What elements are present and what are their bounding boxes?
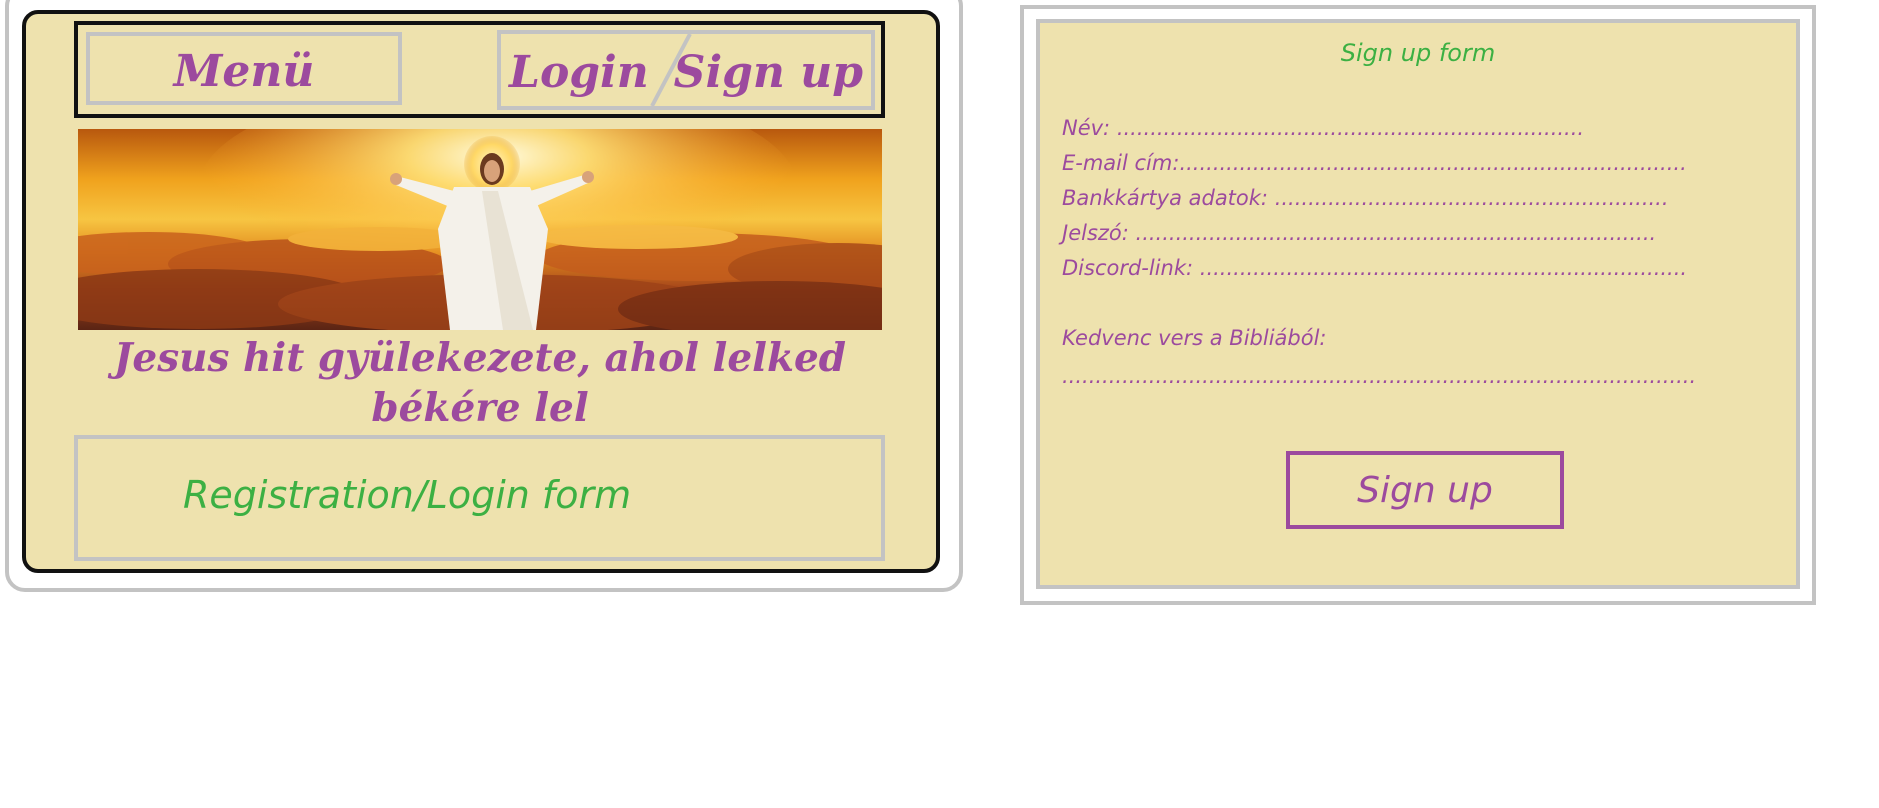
password-field[interactable]: Jelszó: ................................… bbox=[1062, 220, 1656, 246]
discord-link-field-label: Discord-link: bbox=[1062, 256, 1200, 280]
password-field-input-line[interactable]: ........................................… bbox=[1136, 221, 1657, 245]
email-field[interactable]: E-mail cím:.............................… bbox=[1062, 150, 1687, 176]
name-field-input-line[interactable]: ........................................… bbox=[1117, 116, 1584, 140]
hero-image bbox=[78, 129, 882, 330]
favorite-verse-input-line[interactable]: ........................................… bbox=[1062, 363, 1696, 389]
email-field-input-line[interactable]: ........................................… bbox=[1179, 151, 1686, 175]
discord-link-field[interactable]: Discord-link: ..........................… bbox=[1062, 255, 1687, 281]
login-button[interactable]: Login bbox=[509, 51, 649, 95]
name-field-label: Név: bbox=[1062, 116, 1117, 140]
menu-button[interactable]: Menü bbox=[86, 32, 402, 105]
bank-card-field-input-line[interactable]: ........................................… bbox=[1275, 186, 1669, 210]
bank-card-field-label: Bankkártya adatok: bbox=[1062, 186, 1275, 210]
form-placeholder-label: Registration/Login form bbox=[183, 473, 632, 517]
signup-form-panel: Sign up form Név: ......................… bbox=[1036, 19, 1800, 589]
password-field-label: Jelszó: bbox=[1062, 221, 1136, 245]
email-field-label: E-mail cím: bbox=[1062, 151, 1180, 175]
auth-buttons: Login Sign up bbox=[497, 30, 875, 110]
signup-form-title: Sign up form bbox=[1340, 39, 1496, 67]
menu-button-label: Menü bbox=[173, 46, 315, 97]
bank-card-field[interactable]: Bankkártya adatok: .....................… bbox=[1062, 185, 1669, 211]
name-field[interactable]: Név: ...................................… bbox=[1062, 115, 1584, 141]
signup-submit-button[interactable]: Sign up bbox=[1286, 451, 1564, 529]
signup-button[interactable]: Sign up bbox=[674, 51, 863, 95]
registration-login-form-placeholder[interactable]: Registration/Login form bbox=[74, 435, 885, 561]
discord-link-field-input-line[interactable]: ........................................… bbox=[1200, 256, 1687, 280]
favorite-verse-label: Kedvenc vers a Bibliából: bbox=[1062, 326, 1327, 350]
page-headline: Jesus hit gyülekezete, ahol lelked békér… bbox=[113, 335, 847, 431]
